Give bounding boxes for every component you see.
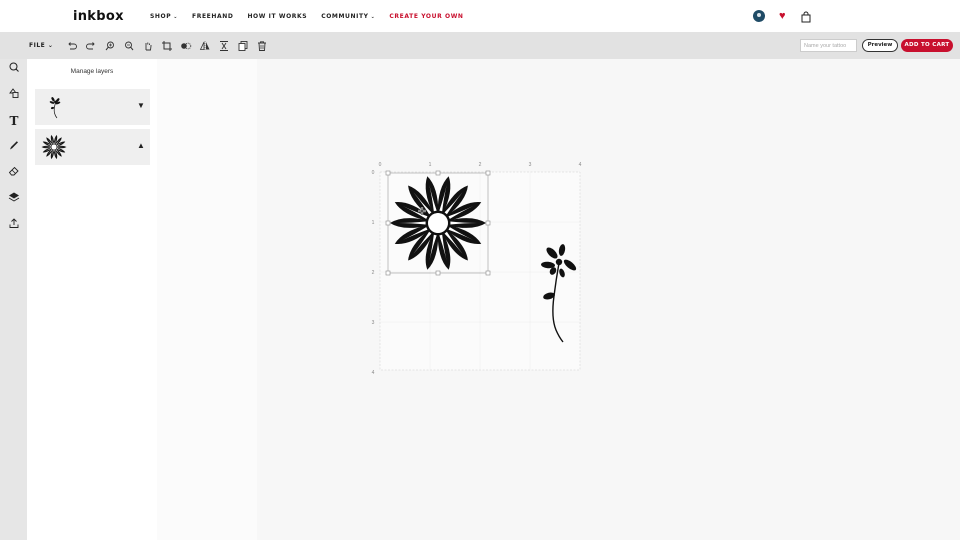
layer-collapse-toggle[interactable]: ▼: [136, 101, 146, 111]
flower-center: [428, 213, 448, 233]
tool-icons: [66, 39, 268, 51]
ruler-x-4: 4: [579, 162, 582, 168]
file-menu[interactable]: FILE ⌄: [29, 42, 53, 49]
stem-flower-thumbnail: [49, 97, 61, 119]
ruler-y-1: 1: [372, 220, 375, 226]
design-canvas[interactable]: 0 1 2 3 4 0 1 2 3 4: [257, 59, 960, 540]
resize-handle[interactable]: [485, 170, 491, 176]
ruler-x-2: 2: [479, 162, 482, 168]
layers-panel: Manage layers ▼ ▲: [27, 59, 157, 540]
chevron-down-icon: ⌄: [47, 42, 54, 49]
resize-handle[interactable]: [385, 170, 391, 176]
chevron-down-icon: ⌄: [370, 14, 376, 20]
ruler-x-3: 3: [529, 162, 532, 168]
undo-icon[interactable]: [66, 39, 78, 51]
top-navigation: inkbox SHOP ⌄ FREEHAND HOW IT WORKS COMMU…: [0, 0, 960, 32]
tool-rail: T: [0, 59, 27, 540]
burst-flower-thumbnail: [41, 134, 67, 160]
nav-create-your-own[interactable]: CREATE YOUR OWN: [389, 13, 463, 20]
flower-center: [51, 144, 57, 150]
nav-how-it-works[interactable]: HOW IT WORKS: [247, 13, 307, 20]
rail-layers-button[interactable]: [6, 191, 22, 207]
align-icon[interactable]: [218, 39, 230, 51]
resize-handle[interactable]: [485, 220, 491, 226]
resize-handle[interactable]: [435, 270, 441, 276]
rail-text-button[interactable]: T: [6, 113, 22, 129]
wishlist-heart-icon[interactable]: ♥: [779, 10, 786, 22]
resize-handle[interactable]: [485, 270, 491, 276]
rail-pen-button[interactable]: [6, 139, 22, 155]
ruler-y-3: 3: [372, 320, 375, 326]
shapes-icon: [8, 86, 20, 104]
layers-panel-title: Manage layers: [70, 68, 114, 75]
rail-shapes-button[interactable]: [6, 87, 22, 103]
nav-community[interactable]: COMMUNITY ⌄: [321, 13, 375, 20]
layer-item-stem-flower[interactable]: ▼: [35, 89, 150, 125]
add-to-cart-button[interactable]: ADD TO CART: [901, 39, 953, 52]
eraser-icon: [8, 164, 20, 182]
resize-handle[interactable]: [385, 270, 391, 276]
duplicate-icon[interactable]: [237, 39, 249, 51]
layer-item-burst-flower[interactable]: ▲: [35, 129, 150, 165]
tattoo-name-input[interactable]: [800, 39, 857, 52]
ruler-x-0: 0: [379, 162, 382, 168]
upload-icon: [8, 216, 20, 234]
ruler-y-0: 0: [372, 170, 375, 176]
rail-upload-button[interactable]: [6, 217, 22, 233]
crop-icon[interactable]: [161, 39, 173, 51]
pen-icon: [8, 138, 20, 156]
preview-button[interactable]: Preview: [862, 39, 898, 52]
ruler-y-4: 4: [372, 370, 375, 376]
trash-icon[interactable]: [256, 39, 268, 51]
mask-icon[interactable]: [180, 39, 192, 51]
zoom-in-icon[interactable]: [104, 39, 116, 51]
search-icon: [8, 60, 20, 78]
resize-handle[interactable]: [385, 220, 391, 226]
flip-icon[interactable]: [199, 39, 211, 51]
zoom-out-icon[interactable]: [123, 39, 135, 51]
rail-eraser-button[interactable]: [6, 165, 22, 181]
redo-icon[interactable]: [85, 39, 97, 51]
inkbox-logo[interactable]: inkbox: [73, 9, 124, 24]
text-icon: T: [9, 114, 19, 128]
rail-search-button[interactable]: [6, 61, 22, 77]
ruler-y-2: 2: [372, 270, 375, 276]
resize-handle[interactable]: [435, 170, 441, 176]
layer-collapse-toggle[interactable]: ▲: [136, 141, 146, 151]
nav-actions: ♥: [753, 10, 812, 23]
chevron-down-icon: ⌄: [173, 14, 179, 20]
account-avatar-icon[interactable]: [753, 10, 765, 22]
ruler-x-1: 1: [429, 162, 432, 168]
nav-links: SHOP ⌄ FREEHAND HOW IT WORKS COMMUNITY ⌄ C…: [150, 13, 464, 20]
layers-icon: [8, 190, 20, 208]
shopping-bag-icon[interactable]: [800, 10, 812, 23]
nav-shop[interactable]: SHOP ⌄: [150, 13, 178, 20]
workspace-margin: [157, 59, 257, 540]
design-workspace[interactable]: 0 1 2 3 4 0 1 2 3 4: [257, 59, 960, 540]
hand-icon[interactable]: [142, 39, 154, 51]
nav-freehand[interactable]: FREEHAND: [192, 13, 233, 20]
